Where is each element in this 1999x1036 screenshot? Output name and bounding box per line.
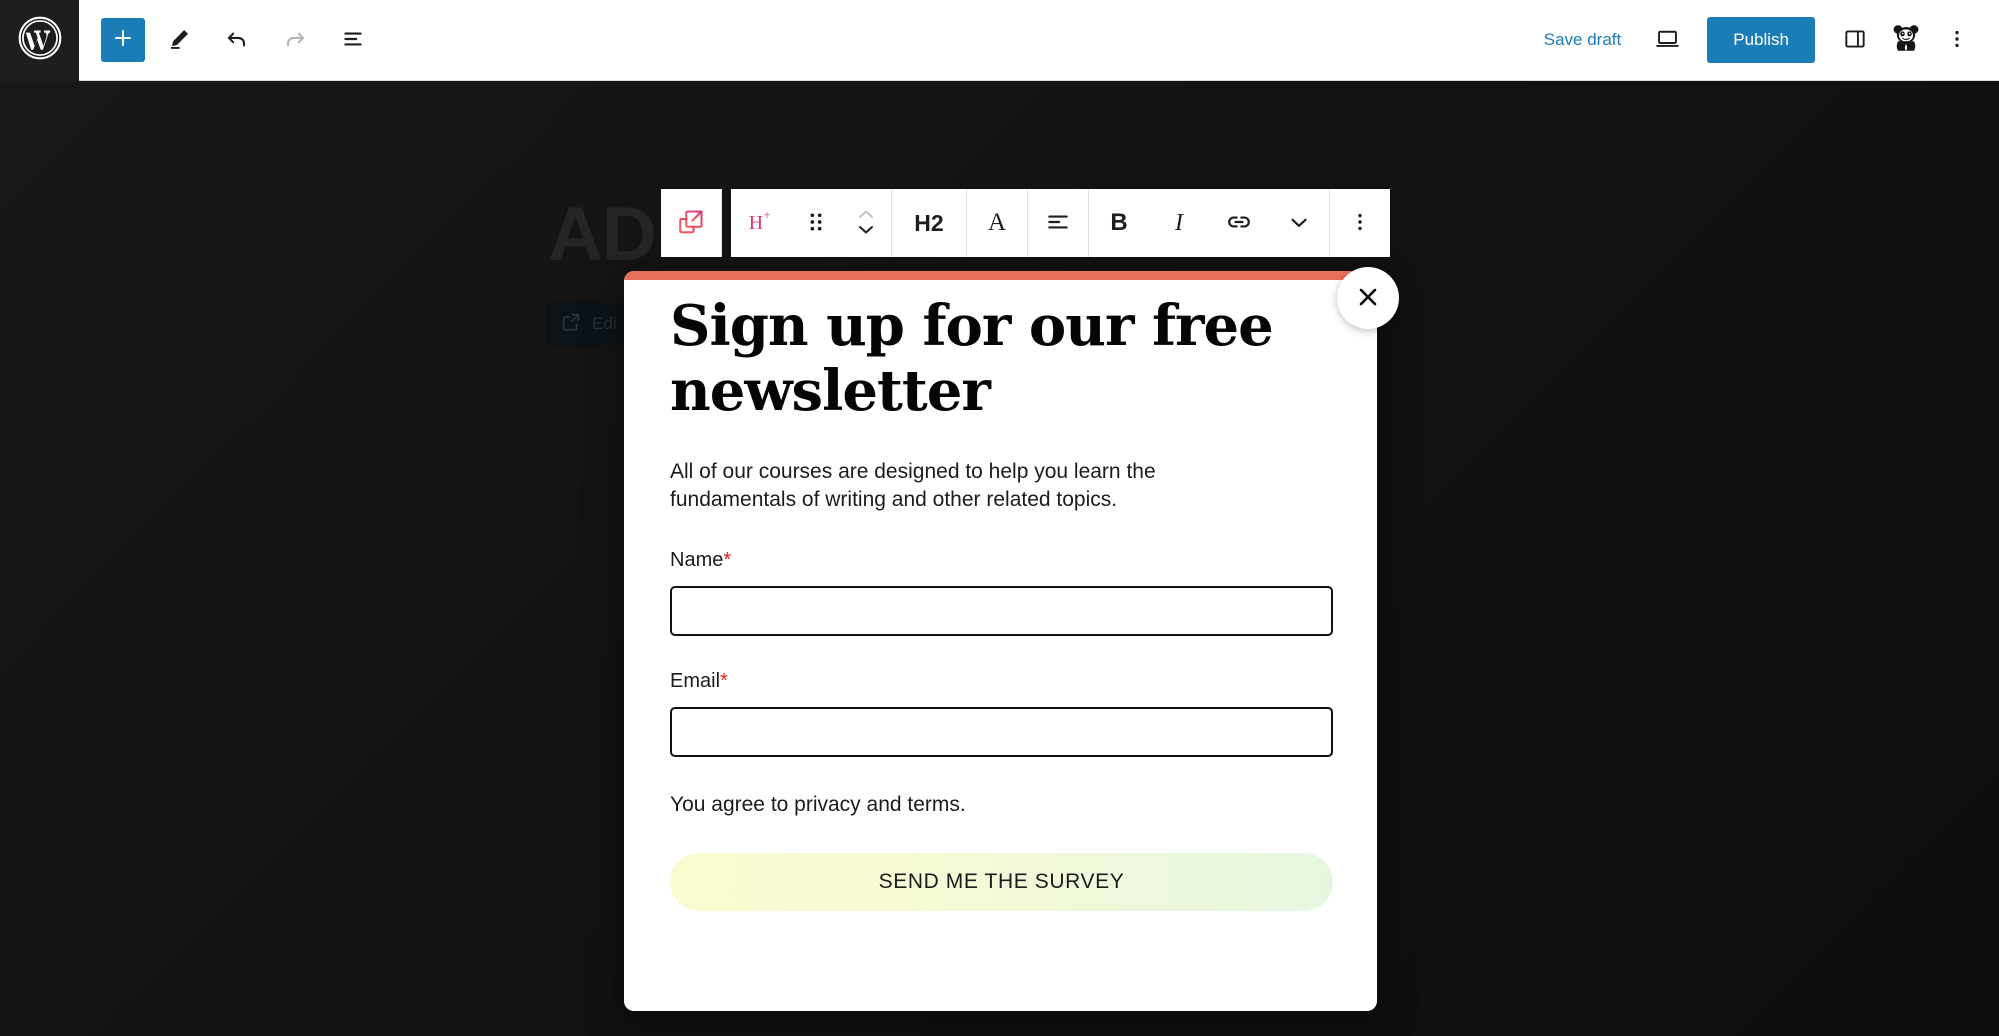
close-x-icon bbox=[1355, 284, 1381, 313]
tools-edit-button[interactable] bbox=[155, 16, 203, 64]
document-details-button[interactable] bbox=[329, 16, 377, 64]
email-field-label: Email* bbox=[670, 670, 1331, 693]
three-dots-vertical-icon bbox=[1349, 211, 1371, 236]
toolbar-group-align bbox=[1028, 189, 1089, 257]
link-button[interactable] bbox=[1209, 189, 1269, 257]
chevron-down-icon bbox=[1286, 209, 1312, 238]
more-options-button[interactable] bbox=[1933, 16, 1981, 64]
email-label-text: Email bbox=[670, 670, 721, 692]
wordpress-logo-button[interactable] bbox=[0, 0, 79, 81]
avatar[interactable] bbox=[1885, 19, 1927, 61]
edit-popup-badge[interactable]: Edi bbox=[546, 302, 631, 346]
block-toolbar: H + H2 A B I bbox=[661, 189, 1390, 257]
preview-button[interactable] bbox=[1643, 16, 1691, 64]
svg-text:+: + bbox=[763, 208, 770, 222]
drag-dots-icon bbox=[807, 211, 825, 236]
toolbar-group-popup bbox=[661, 189, 722, 257]
modal-accent-bar bbox=[624, 271, 1377, 280]
document-outline-icon bbox=[340, 26, 366, 55]
backdrop-page-heading: AD bbox=[548, 192, 657, 277]
toolbar-group-heading-level: H2 bbox=[892, 189, 967, 257]
desktop-preview-icon bbox=[1654, 25, 1681, 55]
italic-icon: I bbox=[1175, 209, 1183, 236]
pencil-edit-icon bbox=[167, 26, 192, 54]
transform-heading-button[interactable]: H + bbox=[731, 189, 791, 257]
sidebar-panel-icon bbox=[1842, 26, 1868, 55]
italic-button[interactable]: I bbox=[1149, 189, 1209, 257]
name-field-label: Name* bbox=[670, 549, 1331, 572]
editor-header: Save draft Publish bbox=[0, 0, 1999, 81]
header-right-tools: Save draft Publish bbox=[1528, 16, 1999, 64]
close-modal-button[interactable] bbox=[1337, 267, 1399, 329]
email-required-marker: * bbox=[720, 670, 728, 692]
name-input[interactable] bbox=[670, 586, 1333, 636]
move-up-down-button[interactable] bbox=[841, 189, 891, 257]
modal-body: Sign up for our free newsletter All of o… bbox=[624, 280, 1377, 911]
toolbar-gap bbox=[722, 189, 731, 257]
toolbar-group-formatting: B I bbox=[1089, 189, 1330, 257]
settings-sidebar-button[interactable] bbox=[1831, 16, 1879, 64]
align-text-button[interactable] bbox=[1028, 189, 1088, 257]
bold-button[interactable]: B bbox=[1089, 189, 1149, 257]
undo-button[interactable] bbox=[213, 16, 261, 64]
toolbar-group-block: H + bbox=[731, 189, 892, 257]
redo-arrow-icon bbox=[282, 26, 308, 55]
toolbar-group-options bbox=[1330, 189, 1390, 257]
undo-arrow-icon bbox=[224, 26, 250, 55]
toolbar-group-text-color: A bbox=[967, 189, 1028, 257]
header-left-tools bbox=[79, 16, 377, 64]
add-block-button[interactable] bbox=[101, 18, 145, 62]
drag-handle-button[interactable] bbox=[791, 189, 841, 257]
plus-icon bbox=[111, 26, 135, 55]
heading-transform-icon: H + bbox=[747, 208, 775, 239]
modal-heading: Sign up for our free newsletter bbox=[670, 293, 1274, 424]
name-label-text: Name bbox=[670, 549, 724, 571]
block-options-button[interactable] bbox=[1330, 189, 1390, 257]
heading-level-icon: H2 bbox=[914, 209, 944, 236]
name-required-marker: * bbox=[723, 549, 732, 571]
popup-external-icon bbox=[560, 311, 582, 338]
move-up-down-icon bbox=[854, 204, 878, 243]
three-dots-vertical-icon bbox=[1946, 28, 1968, 53]
svg-text:H: H bbox=[749, 212, 763, 234]
panda-avatar-icon bbox=[1889, 21, 1923, 60]
publish-button[interactable]: Publish bbox=[1707, 17, 1815, 63]
more-formats-button[interactable] bbox=[1269, 189, 1329, 257]
align-left-icon bbox=[1045, 209, 1071, 238]
heading-level-button[interactable]: H2 bbox=[892, 189, 966, 257]
redo-button[interactable] bbox=[271, 16, 319, 64]
edit-popup-badge-label: Edi bbox=[592, 314, 617, 333]
email-input[interactable] bbox=[670, 707, 1333, 757]
link-icon bbox=[1225, 208, 1253, 239]
privacy-note: You agree to privacy and terms. bbox=[670, 793, 966, 816]
wordpress-logo-icon bbox=[17, 15, 63, 66]
bold-icon: B bbox=[1110, 209, 1128, 236]
modal-description: All of our courses are designed to help … bbox=[670, 459, 1156, 512]
popup-modal: Sign up for our free newsletter All of o… bbox=[624, 271, 1377, 1011]
popup-block-icon bbox=[676, 207, 706, 240]
popup-block-button[interactable] bbox=[661, 189, 721, 257]
submit-survey-button[interactable]: SEND ME THE SURVEY bbox=[670, 853, 1333, 911]
text-color-button[interactable]: A bbox=[967, 189, 1027, 257]
save-draft-button[interactable]: Save draft bbox=[1528, 22, 1638, 58]
text-color-icon: A bbox=[987, 209, 1007, 236]
